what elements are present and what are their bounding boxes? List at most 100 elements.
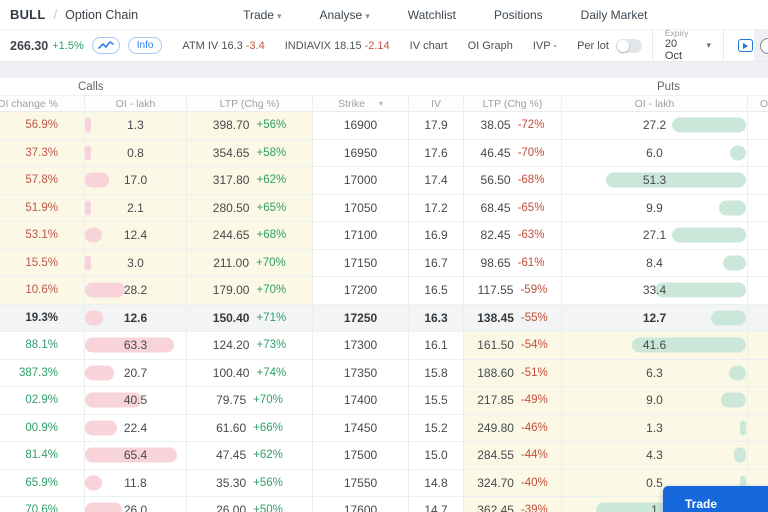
nav-item-watchlist[interactable]: Watchlist: [408, 8, 456, 22]
table-row[interactable]: 02.9% 40.5 79.75 +70% 17400 15.5 217.85 -49% 9.0: [0, 387, 768, 415]
indiavix-stat: INDIAVIX 18.15 -2.14: [284, 39, 390, 52]
chevron-down-icon: ▾: [706, 40, 712, 50]
iv-chart-link[interactable]: IV chart: [410, 40, 448, 52]
clipped-round-icon[interactable]: [760, 38, 768, 54]
underlying-price-change: +1.5%: [52, 39, 84, 52]
brand-logo-partial[interactable]: BULL: [10, 7, 45, 22]
call-oi-cell: 12.4: [85, 222, 187, 249]
underlying-price: 266.30: [10, 38, 49, 53]
nav-item-trade[interactable]: Trade ▾: [243, 8, 281, 22]
table-row[interactable]: 81.4% 65.4 47.45 +62% 17500 15.0 284.55 -44% 4.3: [0, 442, 768, 470]
put-oi-bar: [721, 392, 746, 408]
call-ltp-cell: 124.20 +73%: [187, 332, 313, 359]
put-oi-change-cell: [748, 140, 768, 167]
ivp-link[interactable]: IVP -: [533, 40, 557, 52]
header-call-oi-change[interactable]: OI change %: [0, 96, 85, 111]
put-oi-change-cell: [748, 277, 768, 304]
call-oi-change-cell: 37.3%: [0, 139, 85, 166]
table-row[interactable]: 56.9% 1.3 398.70 +56% 16900 17.9 38.05 -72% 27.2: [0, 112, 768, 140]
table-row[interactable]: 387.3% 20.7 100.40 +74% 17350 15.8 188.60 -51% 6…: [0, 359, 768, 387]
section-gap: [0, 62, 768, 78]
iv-cell: 16.1: [409, 332, 464, 359]
header-call-ltp[interactable]: LTP (Chg %): [187, 96, 313, 111]
nav-item-analyse[interactable]: Analyse ▾: [320, 8, 370, 22]
atm-iv-stat: ATM IV 16.3 -3.4: [182, 39, 265, 52]
call-oi-change-cell: 57.8%: [0, 167, 85, 194]
price-chart-button[interactable]: [91, 37, 120, 54]
call-ltp-cell: 398.70 +56%: [187, 112, 313, 139]
call-ltp-cell: 26.00 +50%: [187, 497, 313, 512]
iv-cell: 15.0: [409, 442, 464, 469]
option-chain-screen: BULL / Option Chain Trade ▾ Analyse ▾ Watc…: [0, 0, 768, 512]
per-lot-control: Per lot: [567, 30, 652, 61]
nav-item-daily-market[interactable]: Daily Market: [581, 8, 648, 22]
call-oi-cell: 26.0: [85, 497, 187, 512]
put-ltp-cell: 98.65 -61%: [464, 249, 562, 276]
oi-graph-link[interactable]: OI Graph: [468, 40, 513, 52]
header-iv[interactable]: IV: [409, 96, 464, 111]
table-row[interactable]: 00.9% 22.4 61.60 +66% 17450 15.2 249.80 -46% 1.3: [0, 414, 768, 442]
put-ltp-cell: 188.60 -51%: [464, 359, 562, 386]
toolbar: 266.30 +1.5% Info ATM IV 16.3 -3.4 INDIAV…: [0, 28, 768, 62]
table-row[interactable]: 57.8% 17.0 317.80 +62% 17000 17.4 56.50 -68% 51.…: [0, 167, 768, 195]
calls-puts-header: Calls Puts: [0, 78, 768, 96]
expiry-select[interactable]: Expiry 20 Oct ▾: [651, 28, 725, 62]
call-oi-bar: [85, 145, 91, 161]
breadcrumb: Option Chain: [65, 7, 139, 22]
table-row[interactable]: 53.1% 12.4 244.65 +68% 17100 16.9 82.45 -63% 27.…: [0, 222, 768, 250]
iv-cell: 16.3: [409, 304, 464, 331]
strike-cell: 16900: [313, 112, 409, 139]
call-oi-bar: [85, 420, 117, 436]
breadcrumb-separator: /: [53, 7, 58, 22]
put-oi-change-cell: [748, 222, 768, 249]
toggle-knob: [616, 39, 629, 52]
info-button[interactable]: Info: [127, 37, 163, 54]
atm-iv-value: 16.3: [221, 39, 243, 52]
call-oi-cell: 3.0: [85, 249, 187, 276]
table-row[interactable]: 10.6% 28.2 179.00 +70% 17200 16.5 117.55 -59% 33…: [0, 277, 768, 305]
iv-cell: 15.8: [409, 359, 464, 386]
table-row[interactable]: 88.1% 63.3 124.20 +73% 17300 16.1 161.50 -54% 41…: [0, 332, 768, 360]
call-oi-change-cell: 15.5%: [0, 249, 85, 276]
calls-section-label: Calls: [78, 81, 104, 93]
indiavix-value: 18.15: [334, 39, 362, 52]
call-ltp-cell: 211.00 +70%: [187, 249, 313, 276]
sort-caret-icon: ▾: [378, 99, 383, 108]
nav-item-positions[interactable]: Positions: [494, 8, 543, 22]
floating-trade-button[interactable]: Trade: [663, 486, 768, 512]
indiavix-change: -2.14: [364, 39, 390, 52]
table-row[interactable]: 19.3% 12.6 150.40 +71% 17250 16.3 138.45 -55% 12…: [0, 304, 768, 332]
iv-cell: 15.2: [409, 414, 464, 441]
header-put-oi[interactable]: OI - lakh: [562, 96, 748, 111]
call-oi-bar: [85, 282, 125, 298]
call-ltp-cell: 354.65 +58%: [187, 139, 313, 166]
table-row[interactable]: 70.6% 26.0 26.00 +50% 17600 14.7 362.45 -39% 1: [0, 497, 768, 512]
table-row[interactable]: 51.9% 2.1 280.50 +65% 17050 17.2 68.45 -65% 9.9: [0, 194, 768, 222]
header-call-oi[interactable]: OI - lakh: [85, 96, 187, 111]
iv-cell: 17.6: [409, 139, 464, 166]
strike-cell: 17200: [313, 277, 409, 304]
header-put-ltp[interactable]: LTP (Chg %): [464, 96, 562, 111]
put-ltp-cell: 249.80 -46%: [464, 414, 562, 441]
table-row[interactable]: 15.5% 3.0 211.00 +70% 17150 16.7 98.65 -61% 8.4: [0, 249, 768, 277]
header-strike[interactable]: Strike ▾: [313, 96, 409, 111]
column-header-row: OI change % OI - lakh LTP (Chg %) Strike…: [0, 96, 768, 112]
call-oi-change-cell: 00.9%: [0, 414, 85, 441]
strike-cell: 17450: [313, 414, 409, 441]
table-row[interactable]: 65.9% 11.8 35.30 +56% 17550 14.8 324.70 -40% 0.5: [0, 469, 768, 497]
strike-cell: 17050: [313, 194, 409, 221]
table-row[interactable]: 37.3% 0.8 354.65 +58% 16950 17.6 46.45 -70% 6.0: [0, 139, 768, 167]
put-ltp-cell: 324.70 -40%: [464, 469, 562, 496]
per-lot-toggle[interactable]: [615, 38, 642, 53]
atm-iv-change: -3.4: [245, 39, 265, 52]
strike-cell: 17400: [313, 387, 409, 414]
put-oi-cell: 9.9: [562, 194, 748, 221]
put-oi-change-cell: [748, 442, 768, 469]
put-oi-cell: 27.1: [562, 222, 748, 249]
put-oi-cell: 51.3: [562, 167, 748, 194]
call-ltp-cell: 150.40 +71%: [187, 304, 313, 331]
call-oi-cell: 20.7: [85, 359, 187, 386]
header-put-oi-change[interactable]: OI change %: [748, 96, 768, 111]
call-oi-cell: 63.3: [85, 332, 187, 359]
put-oi-change-cell: [748, 414, 768, 441]
